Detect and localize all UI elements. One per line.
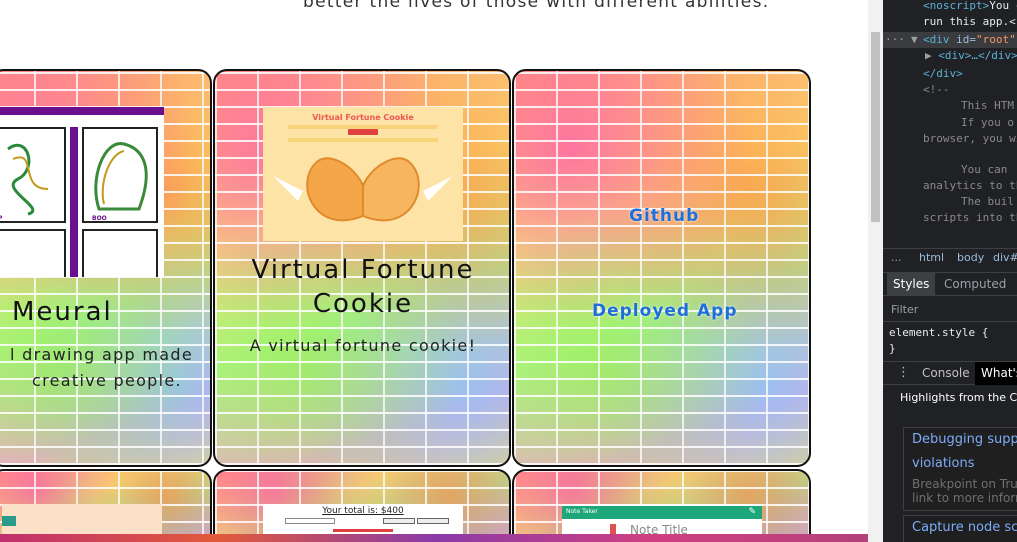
total-text: Your total is: $400 <box>322 506 404 516</box>
breadcrumb-html[interactable]: html <box>919 251 944 264</box>
card-description: A virtual fortune cookie! <box>249 336 477 355</box>
news-card[interactable]: Capture node scr <box>903 515 1017 542</box>
fortune-cookie-screenshot: Virtual Fortune Cookie <box>263 107 463 241</box>
tab-computed[interactable]: Computed <box>938 273 1012 296</box>
dom-comment: browser, you wi <box>923 132 1017 145</box>
dom-node[interactable]: ▶ <div>…</div> <box>925 48 1017 64</box>
card-title: Meural <box>12 297 113 327</box>
page-scrollbar[interactable] <box>868 0 883 542</box>
scribble-icon <box>7 143 49 216</box>
drawer-tabbar: ⋮ Console What's <box>883 361 1017 385</box>
breadcrumb-overflow[interactable]: ... <box>891 251 902 264</box>
project-card-bottom-3: Note Taker ✎ Note Title <box>512 469 811 542</box>
whats-new-heading: Highlights from the Ch <box>900 391 1017 404</box>
fortune-cookie-icon <box>273 157 453 222</box>
dom-node[interactable]: </div> <box>923 66 963 82</box>
element-style-close: } <box>889 342 896 355</box>
tab-console[interactable]: Console <box>922 362 970 385</box>
pencil-icon: ✎ <box>748 507 756 517</box>
breadcrumb-div[interactable]: div# <box>993 251 1017 264</box>
meural-screenshot: BOO P <box>0 107 164 277</box>
devtools-panel: <noscript>You c run this app.< ···▼ <div… <box>883 0 1017 542</box>
project-card-fortune-cookie: Virtual Fortune Cookie Virtual Fortune C… <box>213 69 511 467</box>
card-description: l drawing app made <box>10 345 193 364</box>
more-options-icon[interactable]: ⋮ <box>897 365 910 380</box>
dom-comment[interactable]: <!-- <box>923 82 950 98</box>
styles-tabbar: Styles Computed <box>883 272 1017 296</box>
element-style-rule: element.style { <box>889 326 989 339</box>
project-card-links: Github Deployed App <box>512 69 811 467</box>
ghost-drawing-icon <box>94 142 148 211</box>
expand-arrow-icon: ▶ <box>925 49 932 62</box>
dom-comment: This HTM <box>961 99 1014 112</box>
card-title-line: Cookie <box>312 289 414 319</box>
card-title-line: Virtual Fortune <box>251 255 475 285</box>
dom-node-selected[interactable]: ··· ▼ <div id="root" <box>883 32 1017 48</box>
card-description: creative people. <box>32 371 182 390</box>
project-card-bottom-2: Your total is: $400 <box>213 469 511 542</box>
news-link[interactable]: Debugging suppo <box>912 432 1017 447</box>
github-link[interactable]: Github <box>629 206 699 226</box>
open-fortune-button <box>348 129 378 135</box>
project-card-meural: BOO P Meural l drawing app made creative… <box>0 69 212 467</box>
scrollbar-thumb[interactable] <box>871 32 880 222</box>
breadcrumb: ... html body div# <box>883 248 1017 268</box>
intro-paragraph: better the lives of those with different… <box>303 0 770 12</box>
bottom-background-strip <box>0 534 868 542</box>
dom-comment: scripts into th <box>923 211 1017 224</box>
news-description: link to more inform <box>912 491 1017 505</box>
drawing-caption: BOO <box>92 215 107 222</box>
thumb-title: Virtual Fortune Cookie <box>312 113 414 122</box>
tab-styles[interactable]: Styles <box>887 273 936 296</box>
dom-comment: analytics to th <box>923 179 1017 192</box>
dom-node[interactable]: <noscript>You c <box>923 0 1017 14</box>
project-card-bottom-1 <box>0 469 212 542</box>
breadcrumb-body[interactable]: body <box>957 251 984 264</box>
dom-comment: If you o <box>961 116 1014 129</box>
news-link[interactable]: violations <box>912 456 975 471</box>
dom-comment: You can <box>961 163 1008 176</box>
drawing-caption: P <box>0 215 2 222</box>
dom-node[interactable]: run this app.< <box>923 14 1016 30</box>
tab-whats-new[interactable]: What's <box>975 362 1017 385</box>
app-header: Note Taker <box>566 508 598 515</box>
delete-icon <box>610 524 616 534</box>
news-link[interactable]: Capture node scr <box>912 520 1017 535</box>
web-page: better the lives of those with different… <box>0 0 868 542</box>
news-description: Breakpoint on Trus <box>912 477 1017 491</box>
news-card[interactable]: Debugging suppo violations Breakpoint on… <box>903 427 1017 511</box>
dom-comment: The buil <box>961 195 1014 208</box>
styles-filter-input[interactable]: Filter <box>883 300 1017 322</box>
deployed-app-link[interactable]: Deployed App <box>592 301 738 321</box>
